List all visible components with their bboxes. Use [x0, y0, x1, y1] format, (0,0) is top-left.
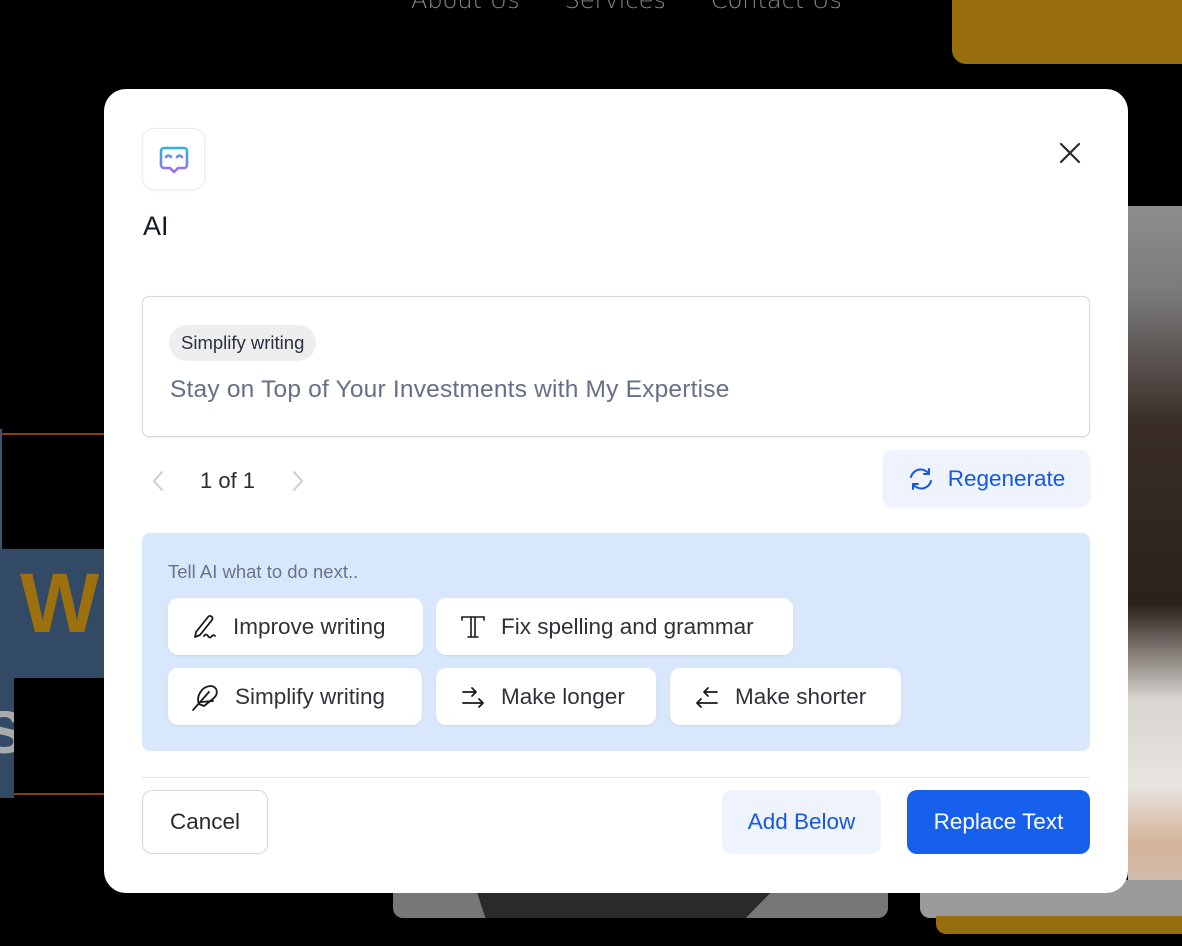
ai-result-box: Simplify writing Stay on Top of Your Inv… — [142, 296, 1090, 437]
pen-icon — [194, 614, 216, 638]
add-below-button[interactable]: Add Below — [722, 790, 881, 854]
option-make-longer[interactable]: Make longer — [436, 668, 656, 725]
header-cta-button[interactable] — [952, 0, 1182, 64]
footer-divider — [142, 777, 1090, 778]
divider-line — [0, 433, 104, 435]
ai-result-text: Stay on Top of Your Investments with My … — [170, 376, 730, 403]
chevron-right-icon — [293, 471, 304, 491]
cancel-button[interactable]: Cancel — [142, 790, 268, 854]
option-make-shorter[interactable]: Make shorter — [670, 668, 901, 725]
replace-text-button[interactable]: Replace Text — [907, 790, 1090, 854]
result-pager: 1 of 1 — [142, 461, 314, 501]
option-improve-writing[interactable]: Improve writing — [168, 598, 423, 655]
pager-count: 1 of 1 — [200, 468, 256, 493]
close-icon — [1059, 142, 1081, 164]
site-nav: About Us Services Contact Us — [411, 0, 842, 14]
ai-logo — [142, 128, 205, 190]
gold-accent — [936, 916, 1182, 934]
divider-line — [0, 793, 104, 795]
left-strip — [0, 429, 2, 557]
regenerate-label: Regenerate — [947, 465, 1066, 491]
prev-result-button[interactable] — [142, 465, 174, 497]
ai-dialog: AI Simplify writing Stay on Top of Your … — [104, 89, 1128, 893]
chevron-left-icon — [152, 471, 163, 491]
action-chip: Simplify writing — [169, 325, 317, 361]
ai-robot-icon — [156, 141, 191, 174]
hero-panel: W — [0, 549, 110, 678]
hero-letter-secondary: S — [0, 698, 14, 767]
nav-about-us[interactable]: About Us — [411, 0, 520, 14]
option-label: Simplify writing — [235, 683, 386, 709]
suggestions-label: Tell AI what to do next.. — [168, 561, 359, 582]
arrows-left-icon — [696, 686, 718, 708]
option-label: Fix spelling and grammar — [501, 613, 754, 639]
close-button[interactable] — [1054, 137, 1086, 169]
portrait-photo — [1128, 206, 1182, 931]
hero-panel-secondary: S — [0, 670, 14, 798]
option-label: Improve writing — [233, 613, 386, 639]
feather-icon — [192, 684, 218, 711]
hero-letter: W — [20, 556, 100, 650]
regenerate-button[interactable]: Regenerate — [883, 450, 1090, 507]
option-fix-spelling[interactable]: Fix spelling and grammar — [436, 598, 793, 655]
option-label: Make shorter — [735, 683, 867, 709]
arrows-right-icon — [462, 686, 484, 708]
option-simplify-writing[interactable]: Simplify writing — [168, 668, 422, 725]
next-result-button[interactable] — [282, 465, 314, 497]
refresh-icon — [909, 467, 932, 490]
typography-icon — [461, 615, 485, 638]
option-label: Make longer — [501, 683, 625, 709]
dialog-title: AI — [143, 211, 169, 241]
suggestions-panel: Tell AI what to do next.. Improve writin… — [142, 533, 1090, 751]
nav-contact-us[interactable]: Contact Us — [711, 0, 842, 14]
nav-services[interactable]: Services — [565, 0, 666, 14]
